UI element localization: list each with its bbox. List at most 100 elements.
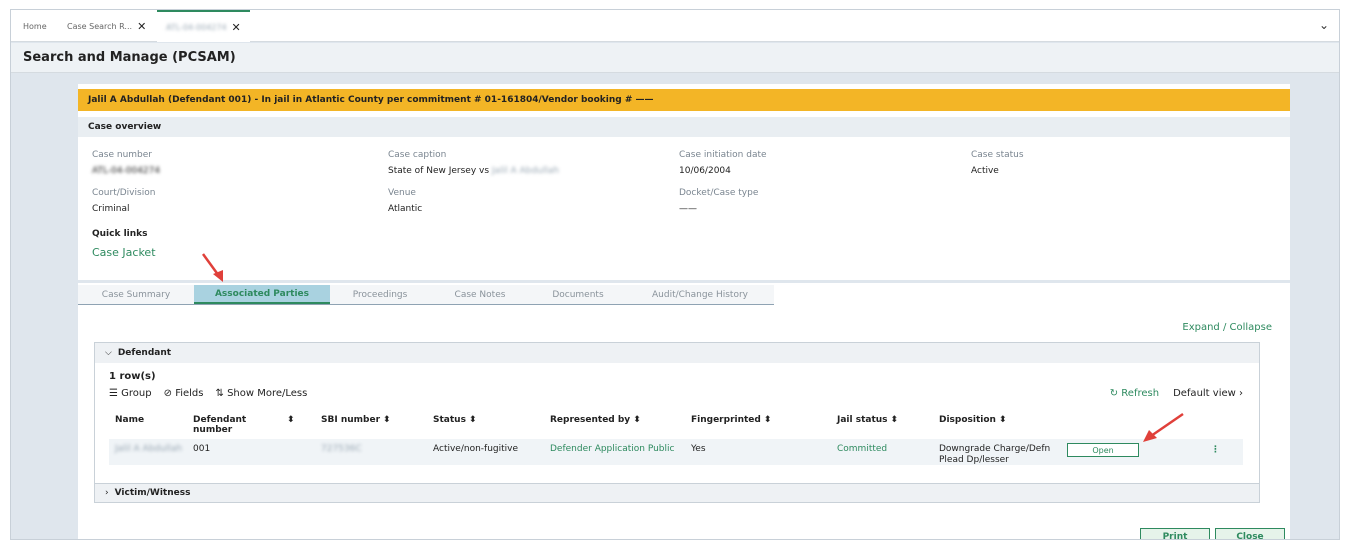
- table-row[interactable]: Jalil A Abdullah 001 727536C Active/non-…: [109, 439, 1243, 465]
- defendant-panel-header[interactable]: ⌵ Defendant: [95, 343, 1259, 363]
- cell-defendant-number: 001: [193, 444, 211, 454]
- field-label: Case caption: [388, 150, 447, 160]
- sort-icon: ⬍: [998, 415, 1007, 425]
- col-fingerprinted[interactable]: Fingerprinted ⬍: [691, 415, 771, 425]
- close-button[interactable]: Close: [1215, 528, 1285, 539]
- view-label: Default view: [1173, 388, 1236, 399]
- expand-collapse-link[interactable]: Expand / Collapse: [1182, 322, 1272, 333]
- refresh-button[interactable]: ↻ Refresh: [1110, 388, 1159, 399]
- col-label: Defendant number: [193, 415, 247, 435]
- tab-case-search[interactable]: Case Search R... ✕: [67, 10, 146, 42]
- sort-icon: ⬍: [890, 415, 899, 425]
- field-value: 10/06/2004: [679, 166, 731, 176]
- group-button[interactable]: ☰ Group: [109, 388, 152, 399]
- tab-case-search-label: Case Search R...: [67, 21, 133, 31]
- col-label: SBI number: [321, 415, 381, 425]
- refresh-icon: ↻: [1109, 388, 1119, 399]
- sort-icon[interactable]: ⬍: [287, 415, 295, 425]
- grid-toolbar: ☰ Group ⊘ Fields ⇅ Show More/Less: [109, 388, 307, 399]
- field-label: Docket/Case type: [679, 188, 759, 198]
- print-button[interactable]: Print: [1140, 528, 1210, 539]
- cell-fingerprinted: Yes: [691, 444, 706, 454]
- chevron-right-icon: ›: [1239, 388, 1243, 399]
- show-more-less-button[interactable]: ⇅ Show More/Less: [215, 388, 307, 399]
- tab-bar: Home Case Search R... ✕ ATL-04-004274 ✕ …: [11, 10, 1339, 42]
- case-tabs: Case Summary Associated Parties Proceedi…: [78, 285, 774, 305]
- caption-name: Jalil A Abdullah: [491, 166, 559, 176]
- field-value: ATL-04-004274: [92, 166, 161, 176]
- caption-prefix: State of New Jersey vs: [388, 166, 490, 176]
- col-label: Fingerprinted: [691, 415, 761, 425]
- field-case-status: Case status Active: [971, 150, 1024, 176]
- field-value: ——: [679, 204, 697, 214]
- tab-associated-parties[interactable]: Associated Parties: [194, 285, 330, 304]
- col-label: Jail status: [837, 415, 888, 425]
- sort-arrows-icon: ⇅: [215, 388, 224, 399]
- fields-button[interactable]: ⊘ Fields: [164, 388, 204, 399]
- show-label: Show More/Less: [227, 388, 308, 399]
- field-value: Active: [971, 166, 999, 176]
- col-disposition[interactable]: Disposition ⬍: [939, 415, 1007, 425]
- page-title: Search and Manage (PCSAM): [11, 43, 1339, 73]
- col-jail-status[interactable]: Jail status ⬍: [837, 415, 898, 425]
- col-label: Disposition: [939, 415, 996, 425]
- col-name[interactable]: Name: [115, 415, 144, 425]
- victim-witness-panel-header[interactable]: › Victim/Witness: [94, 483, 1260, 503]
- cell-sbi: 727536C: [321, 444, 362, 454]
- refresh-label: Refresh: [1121, 388, 1160, 399]
- field-label: Court/Division: [92, 188, 156, 198]
- cell-status: Active/non-fugitive: [433, 444, 519, 454]
- table-header: Name Defendant number ⬍ SBI number ⬍ Stat…: [95, 413, 1245, 439]
- tab-case-detail-label: ATL-04-004274: [166, 22, 227, 32]
- tab-case-detail[interactable]: ATL-04-004274 ✕: [157, 10, 250, 42]
- field-value: State of New Jersey vs Jalil A Abdullah: [388, 166, 559, 176]
- divider: [78, 280, 1290, 283]
- close-icon[interactable]: ✕: [137, 20, 146, 33]
- tab-proceedings[interactable]: Proceedings: [330, 285, 430, 304]
- close-icon[interactable]: ✕: [232, 21, 241, 34]
- sort-icon: ⬍: [763, 415, 772, 425]
- sort-icon: ⬍: [383, 415, 391, 425]
- menu-icon: ☰: [109, 388, 118, 399]
- chevron-down-icon: ⌵: [105, 348, 112, 358]
- chevron-right-icon: ›: [105, 488, 109, 498]
- cell-jail-status[interactable]: Committed: [837, 444, 887, 454]
- tab-case-notes[interactable]: Case Notes: [430, 285, 530, 304]
- defendant-panel: ⌵ Defendant 1 row(s) ☰ Group ⊘ Fields ⇅ …: [94, 342, 1260, 485]
- field-case-number: Case number ATL-04-004274: [92, 150, 160, 176]
- victim-witness-heading: Victim/Witness: [114, 488, 191, 498]
- more-options-icon[interactable]: ⋮: [1211, 445, 1220, 455]
- cell-represented-by[interactable]: Defender Application Public: [550, 444, 674, 454]
- grid-toolbar-right: ↻ Refresh Default view ›: [1110, 388, 1243, 399]
- tab-documents[interactable]: Documents: [530, 285, 626, 304]
- cell-name: Jalil A Abdullah: [115, 444, 183, 454]
- row-count: 1 row(s): [109, 371, 156, 382]
- col-status[interactable]: Status ⬍: [433, 415, 476, 425]
- tab-case-summary[interactable]: Case Summary: [78, 285, 194, 304]
- field-label: Venue: [388, 188, 416, 198]
- tab-audit-history[interactable]: Audit/Change History: [626, 285, 774, 304]
- tab-home[interactable]: Home: [23, 10, 47, 42]
- view-selector[interactable]: Default view ›: [1173, 388, 1243, 399]
- col-defendant-number[interactable]: Defendant number: [193, 415, 263, 435]
- field-venue: Venue Atlantic: [388, 188, 422, 214]
- field-docket-type: Docket/Case type ——: [679, 188, 758, 214]
- field-value: Atlantic: [388, 204, 423, 214]
- chevron-down-icon[interactable]: ⌄: [1319, 18, 1329, 32]
- group-label: Group: [121, 388, 152, 399]
- col-represented-by[interactable]: Represented by ⬍: [550, 415, 641, 425]
- col-sbi[interactable]: SBI number ⬍: [321, 415, 391, 425]
- main-content: Jalil A Abdullah (Defendant 001) - In ja…: [78, 84, 1290, 539]
- field-label: Case initiation date: [679, 150, 767, 160]
- cell-disposition: Downgrade Charge/Defn Plead Dp/lesser: [939, 444, 1051, 465]
- open-button[interactable]: Open: [1067, 443, 1139, 457]
- case-jacket-link[interactable]: Case Jacket: [92, 246, 156, 259]
- app-window: Home Case Search R... ✕ ATL-04-004274 ✕ …: [10, 9, 1340, 540]
- col-label: Status: [433, 415, 466, 425]
- field-label: Case status: [971, 150, 1024, 160]
- eye-slash-icon: ⊘: [163, 388, 172, 399]
- quick-links-heading: Quick links: [92, 229, 148, 239]
- tab-home-label: Home: [23, 21, 47, 31]
- sort-icon: ⬍: [468, 415, 477, 425]
- field-label: Case number: [92, 150, 153, 160]
